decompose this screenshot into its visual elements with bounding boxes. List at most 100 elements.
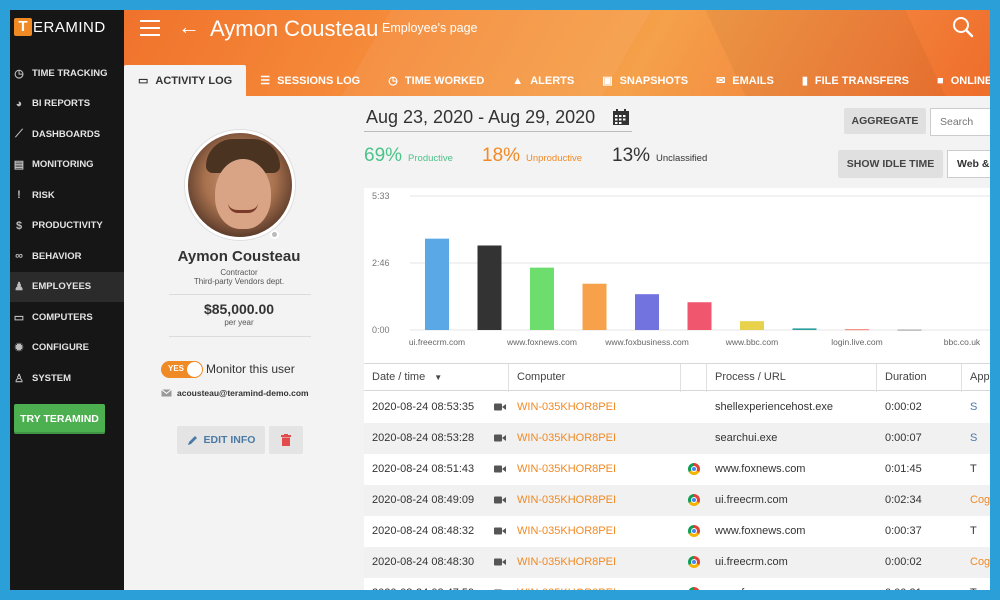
clock-icon: ◷ (14, 67, 24, 80)
video-camera-icon[interactable] (494, 496, 506, 504)
monitor-user-label: Monitor this user (206, 362, 295, 376)
cell-computer[interactable]: WIN-035KHOR8PEI (509, 454, 681, 485)
teramind-logo[interactable]: T ERAMIND (14, 16, 106, 38)
sidebar-item-label: SYSTEM (32, 372, 72, 384)
file-icon: ▮ (801, 75, 808, 87)
gear-icon: ✹ (14, 342, 24, 355)
delete-button[interactable] (269, 426, 303, 454)
profile-email[interactable]: acousteau@teramind-demo.com (177, 388, 309, 398)
envelope-icon[interactable] (161, 389, 172, 397)
tab-time-worked[interactable]: ◷ TIME WORKED (374, 65, 498, 96)
table-row[interactable]: 2020-08-24 08:51:43 WIN-035KHOR8PEI www.fo… (364, 454, 990, 485)
hamburger-menu-icon[interactable] (140, 20, 160, 36)
col-app[interactable]: App (962, 364, 990, 392)
pie-chart-icon: ◕ (15, 97, 23, 110)
date-range[interactable]: Aug 23, 2020 - Aug 29, 2020 (366, 107, 595, 128)
cell-computer[interactable]: WIN-035KHOR8PEI (509, 392, 681, 423)
sidebar-item-productivity[interactable]: $ PRODUCTIVITY (10, 211, 124, 242)
show-idle-time-button[interactable]: SHOW IDLE TIME (838, 150, 943, 178)
tab-file-transfers[interactable]: ▮ FILE TRANSFERS (788, 65, 923, 96)
tab-online[interactable]: ■ ONLINE (923, 65, 990, 96)
cell-process[interactable]: www.foxnews.com (707, 578, 877, 590)
table-row[interactable]: 2020-08-24 08:53:28 WIN-035KHOR8PEI search… (364, 423, 990, 454)
bar[interactable] (530, 267, 554, 330)
sidebar-item-monitoring[interactable]: ▤ MONITORING (10, 150, 124, 181)
video-camera-icon[interactable] (494, 558, 506, 566)
col-process[interactable]: Process / URL (707, 364, 877, 392)
cell-process[interactable]: www.foxnews.com (707, 516, 877, 547)
cell-app: S (970, 401, 978, 413)
bar[interactable] (792, 328, 817, 330)
sidebar-item-bi-reports[interactable]: ◕ BI REPORTS (10, 89, 124, 120)
tab-snapshots[interactable]: ▣ SNAPSHOTS (588, 65, 702, 96)
video-camera-icon[interactable] (494, 465, 506, 473)
tab-emails[interactable]: ✉ EMAILS (702, 65, 788, 96)
unclassified-stat: 13% Unclassified (612, 145, 707, 167)
chrome-icon (688, 463, 700, 475)
table-row[interactable]: 2020-08-24 08:48:32 WIN-035KHOR8PEI www.fo… (364, 516, 990, 547)
sidebar-item-dashboards[interactable]: ⟋ DASHBOARDS (10, 119, 124, 150)
x-tick-label: www.foxnews.com (506, 337, 577, 347)
sort-desc-icon[interactable]: ▼ (434, 373, 442, 382)
tab-alerts[interactable]: ▲ ALERTS (498, 65, 588, 96)
bar[interactable] (740, 321, 764, 330)
line-chart-icon: ⟋ (15, 127, 23, 140)
search-input[interactable] (930, 108, 990, 136)
sidebar-item-time-tracking[interactable]: ◷ TIME TRACKING (10, 58, 124, 89)
tab-activity-log[interactable]: ▭ ACTIVITY LOG (124, 65, 247, 96)
sidebar-item-configure[interactable]: ✹ CONFIGURE (10, 333, 124, 364)
table-header: Date / time ▼ Computer Process / URL Dur… (364, 363, 990, 392)
bar[interactable] (425, 238, 449, 330)
table-row[interactable]: 2020-08-24 08:48:30 WIN-035KHOR8PEI ui.fre… (364, 547, 990, 578)
aggregate-button[interactable]: AGGREGATE (844, 108, 926, 134)
col-datetime[interactable]: Date / time ▼ (364, 364, 509, 392)
tab-label: TIME WORKED (404, 74, 485, 87)
tab-sessions-log[interactable]: ☰ SESSIONS LOG (246, 65, 374, 96)
video-camera-icon[interactable] (494, 589, 506, 590)
bar[interactable] (477, 245, 502, 330)
monitor-toggle[interactable]: YES (161, 361, 203, 378)
toggle-knob (187, 362, 202, 377)
table-row[interactable]: 2020-08-24 08:49:09 WIN-035KHOR8PEI ui.fre… (364, 485, 990, 516)
calendar-icon[interactable] (612, 108, 630, 126)
table-row[interactable]: 2020-08-24 08:47:59 WIN-035KHOR8PEI www.fo… (364, 578, 990, 590)
cell-process[interactable]: ui.freecrm.com (707, 547, 877, 578)
table-row[interactable]: 2020-08-24 08:53:35 WIN-035KHOR8PEI shelle… (364, 392, 990, 423)
video-camera-icon[interactable] (494, 527, 506, 535)
productive-stat: 69% Productive (364, 145, 453, 167)
bar[interactable] (845, 329, 869, 331)
sidebar-item-risk[interactable]: ! RISK (10, 180, 124, 211)
col-duration[interactable]: Duration (877, 364, 962, 392)
cell-duration: 0:00:07 (885, 432, 922, 444)
cell-duration: 0:02:34 (885, 494, 922, 506)
sidebar-item-behavior[interactable]: ∞ BEHAVIOR (10, 241, 124, 272)
cell-computer[interactable]: WIN-035KHOR8PEI (509, 423, 681, 454)
cell-process[interactable]: ui.freecrm.com (707, 485, 877, 516)
back-arrow-icon[interactable]: ← (178, 14, 200, 40)
cell-computer[interactable]: WIN-035KHOR8PEI (509, 547, 681, 578)
sidebar-item-system[interactable]: ♙ SYSTEM (10, 363, 124, 394)
cell-computer[interactable]: WIN-035KHOR8PEI (509, 485, 681, 516)
bar[interactable] (635, 294, 659, 330)
unclassified-label: Unclassified (656, 153, 708, 164)
bar[interactable] (897, 329, 922, 331)
bar[interactable] (582, 283, 607, 330)
cell-process[interactable]: shellexperiencehost.exe (707, 392, 877, 423)
edit-info-button[interactable]: EDIT INFO (177, 426, 265, 454)
profile-name: Aymon Cousteau (177, 248, 301, 265)
activity-table: Date / time ▼ Computer Process / URL Dur… (364, 363, 990, 590)
video-camera-icon[interactable] (494, 403, 506, 411)
search-icon[interactable] (952, 16, 974, 38)
try-teramind-button[interactable]: TRY TERAMIND (14, 404, 105, 434)
video-camera-icon[interactable] (494, 434, 506, 442)
col-computer[interactable]: Computer (509, 364, 681, 392)
cell-computer[interactable]: WIN-035KHOR8PEI (509, 516, 681, 547)
cell-process[interactable]: searchui.exe (707, 423, 877, 454)
cell-process[interactable]: www.foxnews.com (707, 454, 877, 485)
profile-salary: $85,000.00 (203, 301, 275, 317)
bar[interactable] (687, 302, 712, 330)
web-filter-button[interactable]: Web & (947, 150, 990, 178)
sidebar-item-computers[interactable]: ▭ COMPUTERS (10, 302, 124, 333)
cell-computer[interactable]: WIN-035KHOR8PEI (509, 578, 681, 590)
sidebar-item-employees[interactable]: ♟ EMPLOYEES (10, 271, 124, 302)
